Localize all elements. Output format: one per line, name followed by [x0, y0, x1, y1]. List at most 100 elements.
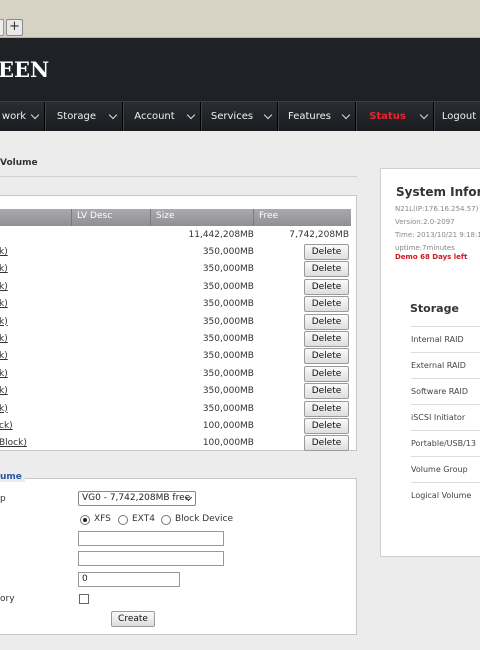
lv-name-link[interactable]: k) — [0, 299, 8, 309]
storage-menu-item[interactable]: External RAID — [411, 352, 480, 378]
nav-label: work — [1, 111, 27, 122]
nav-item-account[interactable]: Account — [123, 102, 201, 131]
table-row: k) 350,000MB Delete — [0, 365, 351, 383]
lv-name-link[interactable]: k) — [0, 317, 8, 327]
nav-item-storage[interactable]: Storage — [45, 102, 123, 131]
lv-size: 350,000MB — [202, 316, 254, 327]
lv-size: 350,000MB — [202, 247, 254, 257]
storage-menu-item[interactable]: Internal RAID — [411, 326, 480, 352]
divider — [0, 176, 357, 177]
delete-button[interactable]: Delete — [304, 261, 349, 278]
lv-name-link[interactable]: k) — [0, 369, 8, 379]
device-info: N21L(IP:176.16.254.57) — [395, 205, 479, 213]
volume-desc-input[interactable] — [78, 551, 224, 566]
storage-menu-item[interactable]: Volume Group — [411, 456, 480, 482]
nav-label: Features — [288, 111, 331, 122]
nav-item-logout[interactable]: Logout — [434, 102, 480, 131]
table-row: k) 350,000MB Delete — [0, 331, 351, 348]
nav-label: Status — [369, 111, 406, 122]
chevron-down-icon — [186, 110, 196, 120]
lv-name-link[interactable]: Block) — [0, 438, 27, 448]
lv-name-link[interactable]: k) — [0, 351, 8, 361]
storage-menu-item[interactable]: iSCSI Initiator — [411, 404, 480, 430]
delete-button[interactable]: Delete — [304, 278, 349, 295]
browser-tab-bar: + — [0, 0, 480, 38]
table-row: Block) 100,000MB Delete — [0, 435, 351, 452]
storage-menu-item[interactable]: Logical Volume — [411, 482, 480, 508]
lv-name-link[interactable]: k) — [0, 334, 8, 344]
create-volume-title: ume — [0, 472, 25, 482]
table-row: k) 350,000MB Delete — [0, 383, 351, 400]
table-row: k) 350,000MB Delete — [0, 348, 351, 365]
volume-group-label: p — [0, 494, 6, 504]
total-size: 11,442,208MB — [188, 230, 254, 240]
summary-row: 11,442,208MB 7,742,208MB — [0, 227, 351, 244]
volume-name-input[interactable] — [78, 531, 224, 546]
delete-button[interactable]: Delete — [304, 365, 349, 382]
nav-label: Logout — [441, 111, 477, 122]
main-content: Volume LV Desc Size Free 11,442,208MB 7,… — [0, 131, 480, 650]
storage-menu-title: Storage — [410, 302, 459, 315]
lv-name-link[interactable]: k) — [0, 247, 8, 257]
lv-size: 350,000MB — [202, 368, 254, 379]
nav-item-network[interactable]: work — [0, 102, 45, 131]
main-nav: work Storage Account Services Features S… — [0, 101, 480, 131]
chevron-down-icon — [263, 110, 273, 120]
delete-button[interactable]: Delete — [304, 348, 349, 365]
column-header: Size — [156, 211, 175, 221]
new-tab-button[interactable]: + — [6, 19, 23, 36]
table-row: ck) 100,000MB Delete — [0, 418, 351, 435]
delete-button[interactable]: Delete — [304, 296, 349, 313]
table-row: k) 350,000MB Delete — [0, 400, 351, 418]
delete-button[interactable]: Delete — [304, 418, 349, 434]
version-info: Version:2.0-2097 — [395, 218, 455, 226]
delete-button[interactable]: Delete — [304, 331, 349, 347]
lv-size: 350,000MB — [202, 299, 254, 310]
nav-item-status[interactable]: Status — [356, 102, 434, 131]
create-button[interactable]: Create — [111, 611, 155, 627]
nav-label: Account — [134, 111, 175, 122]
storage-menu-item[interactable]: Software RAID — [411, 378, 480, 404]
uptime-info: uptime:7minutes — [395, 244, 455, 252]
lv-name-link[interactable]: ck) — [0, 421, 13, 431]
radio-label-block-device: Block Device — [175, 514, 233, 524]
browser-tab[interactable] — [0, 19, 4, 36]
app-header: EEN — [0, 38, 480, 101]
lv-name-link[interactable]: k) — [0, 264, 8, 274]
lv-size: 100,000MB — [202, 438, 254, 449]
delete-button[interactable]: Delete — [304, 383, 349, 400]
lv-size: 350,000MB — [202, 264, 254, 275]
logical-volume-panel: LV Desc Size Free 11,442,208MB 7,742,208… — [0, 195, 357, 452]
time-info: Time: 2013/10/21 9:18:12 — [395, 231, 480, 239]
lv-size: 100,000MB — [202, 421, 254, 431]
volume-size-input[interactable]: 0 — [78, 572, 180, 587]
delete-button[interactable]: Delete — [304, 435, 349, 452]
table-row: k) 350,000MB Delete — [0, 244, 351, 261]
lv-size: 350,000MB — [202, 403, 254, 414]
volume-group-select[interactable]: VG0 - 7,742,208MB free — [78, 491, 196, 506]
table-row: k) 350,000MB Delete — [0, 261, 351, 278]
radio-block-device[interactable] — [161, 515, 171, 525]
lv-size: 350,000MB — [202, 281, 254, 292]
directory-label: ory — [0, 594, 15, 604]
radio-ext4[interactable] — [118, 515, 128, 525]
delete-button[interactable]: Delete — [304, 244, 349, 260]
table-row: k) 350,000MB Delete — [0, 313, 351, 331]
delete-button[interactable]: Delete — [304, 313, 349, 330]
lv-size: 350,000MB — [202, 351, 254, 362]
radio-xfs[interactable] — [80, 515, 90, 525]
nav-item-services[interactable]: Services — [201, 102, 278, 131]
nav-item-features[interactable]: Features — [278, 102, 356, 131]
delete-button[interactable]: Delete — [304, 400, 349, 417]
lv-name-link[interactable]: k) — [0, 282, 8, 292]
lv-name-link[interactable]: k) — [0, 404, 8, 414]
directory-checkbox[interactable] — [79, 594, 89, 604]
table-header: LV Desc Size Free — [0, 209, 351, 226]
column-header: LV Desc — [77, 211, 113, 221]
chevron-down-icon — [108, 110, 118, 120]
lv-size: 350,000MB — [202, 334, 254, 344]
chevron-down-icon — [419, 110, 429, 120]
storage-menu-item[interactable]: Portable/USB/13 — [411, 430, 480, 456]
lv-size: 350,000MB — [202, 386, 254, 397]
lv-name-link[interactable]: k) — [0, 386, 8, 396]
